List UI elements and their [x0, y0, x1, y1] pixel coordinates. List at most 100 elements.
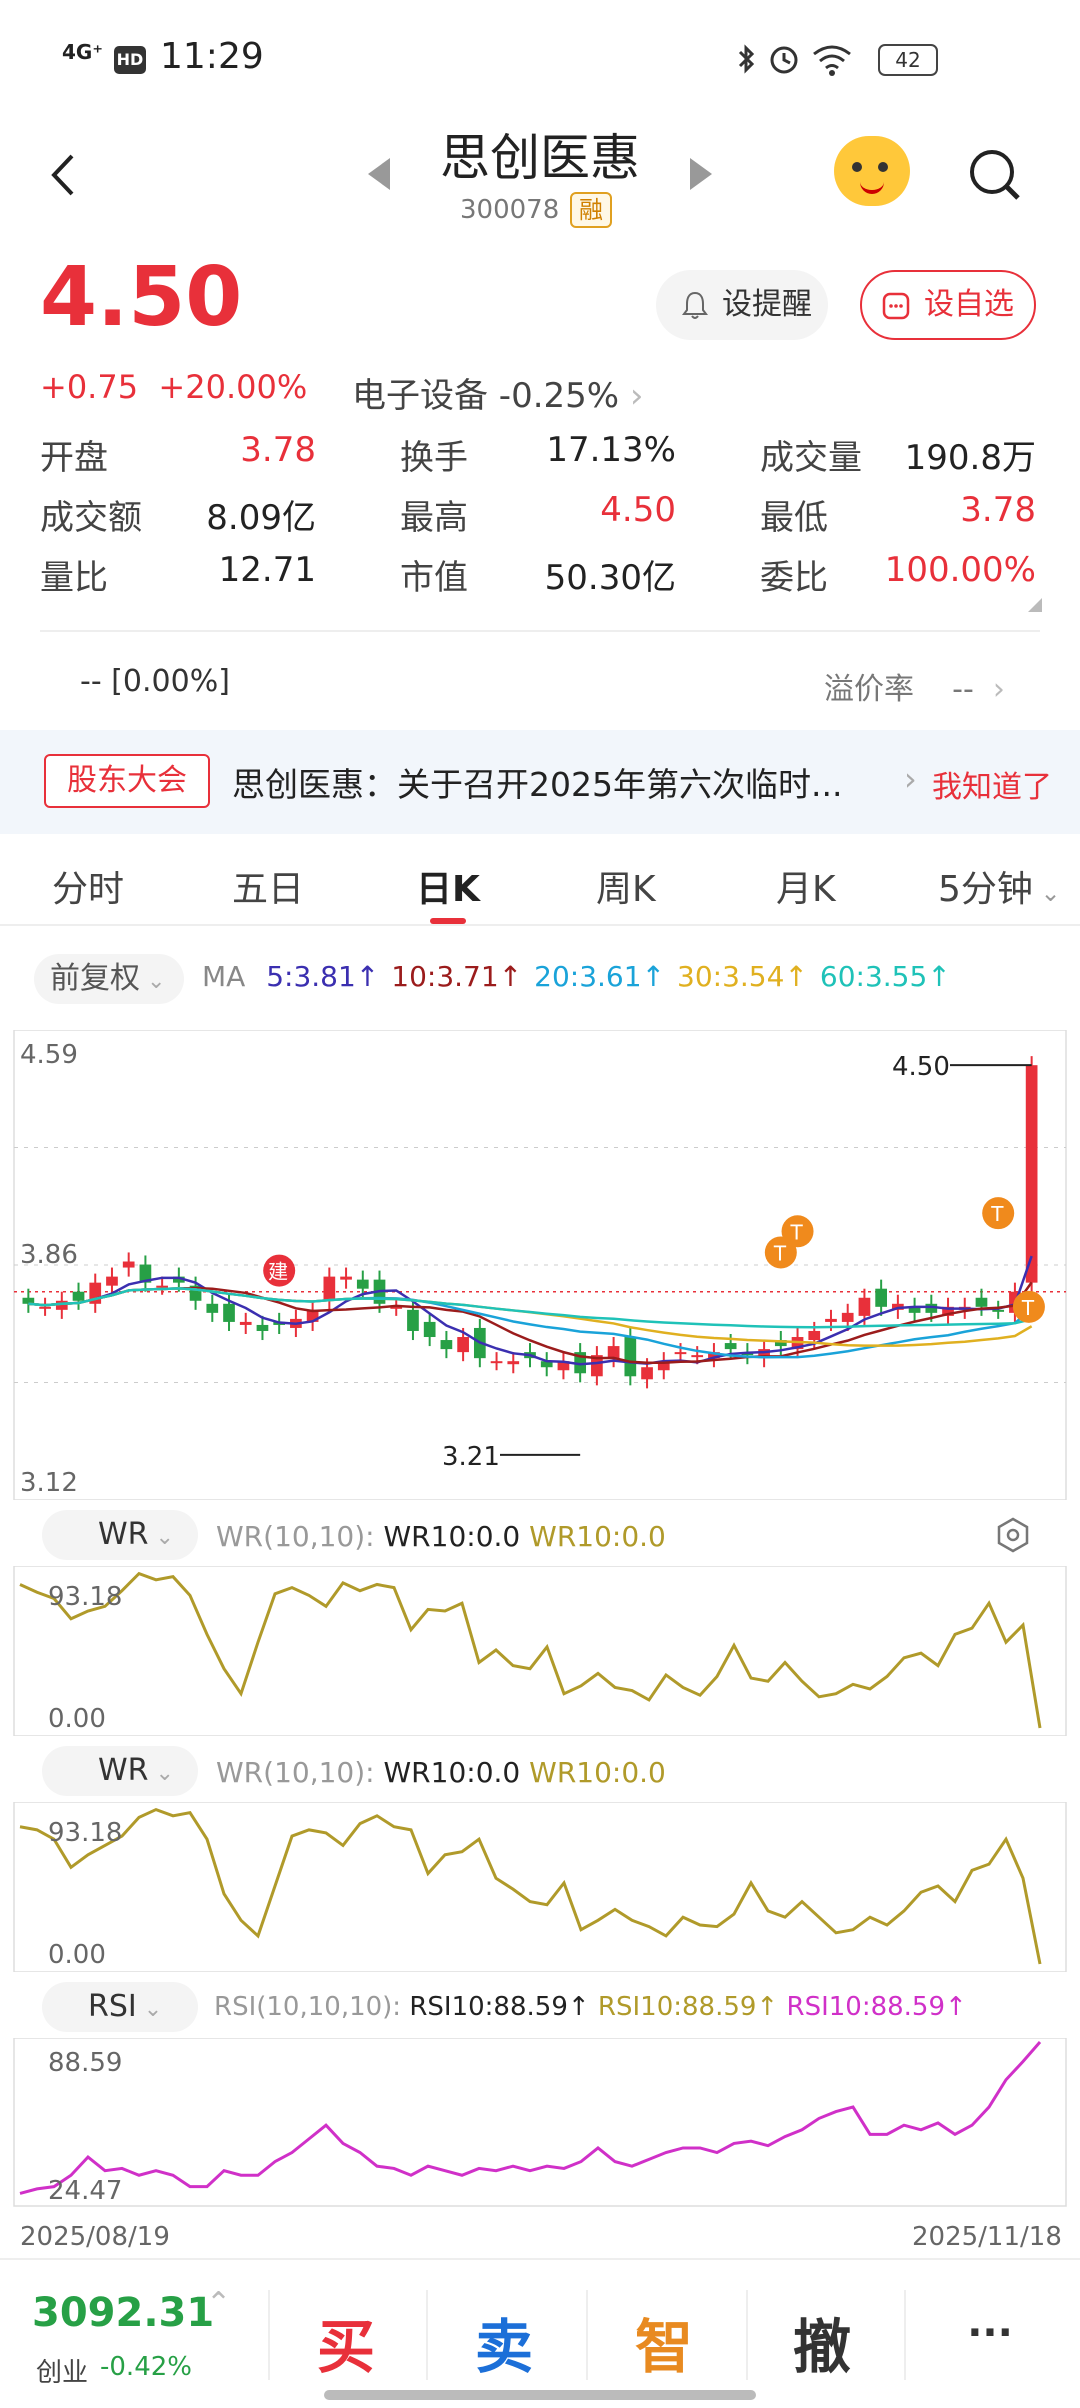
candle-body — [975, 1297, 988, 1307]
rsi-v3: RSI10:88.59↑ — [786, 1992, 967, 2022]
date-end: 2025/11/18 — [912, 2222, 1062, 2252]
wr2-dropdown[interactable]: WR ⌄ — [42, 1746, 198, 1796]
stat-value: 50.30亿 — [544, 558, 676, 598]
premium-label: 溢价率 — [824, 672, 914, 707]
kline-chart[interactable]: 4.503.21建TTTT — [0, 1030, 1080, 1500]
t-marker-label: T — [790, 1220, 804, 1244]
stock-code: 300078 — [460, 195, 560, 225]
add-favorite-button[interactable]: 设自选 — [860, 270, 1036, 340]
tab-minute[interactable]: 分时 — [52, 860, 124, 912]
ma-label: MA — [202, 960, 246, 993]
smart-button[interactable]: 智 — [604, 2300, 724, 2384]
index-value[interactable]: 3092.31 — [32, 2290, 214, 2336]
index-change: -0.42% — [100, 2352, 192, 2382]
build-marker-label: 建 — [268, 1260, 288, 1284]
back-icon[interactable] — [40, 150, 90, 200]
candle-body — [239, 1321, 252, 1325]
tab-five-day[interactable]: 五日 — [232, 860, 304, 912]
wr1-legend: WR(10,10): WR10:0.0 WR10:0.0 — [216, 1520, 666, 1553]
rsi-bottom-label: 24.47 — [48, 2176, 123, 2206]
candle-body — [256, 1324, 269, 1331]
candle-body — [875, 1288, 887, 1307]
t-marker-label: T — [1021, 1296, 1035, 1320]
bottom-trade-bar: 3092.31 ⌃ 创业 -0.42% 买 卖 智 撤 ··· — [0, 2258, 1080, 2408]
chart-frame — [13, 1566, 1067, 1736]
next-stock-icon[interactable] — [690, 158, 712, 190]
candle-body — [808, 1330, 821, 1341]
rsi-legend: RSI(10,10,10): RSI10:88.59↑ RSI10:88.59↑… — [214, 1992, 967, 2022]
stat-label: 委比 — [760, 558, 828, 598]
kline-low-label: 3.12 — [20, 1468, 78, 1498]
divider — [426, 2290, 428, 2380]
divider — [746, 2290, 748, 2380]
bell-icon — [682, 291, 708, 319]
dismiss-notice-button[interactable]: 我知道了 — [932, 762, 1052, 806]
premium-value: -- — [952, 672, 974, 707]
wr2-top-label: 93.18 — [48, 1818, 123, 1848]
ma-value: 10:3.71↑ — [391, 960, 523, 993]
index-expand-icon[interactable]: ⌃ — [206, 2286, 231, 2321]
candle-body — [423, 1321, 436, 1338]
last-price: 4.50 — [40, 250, 243, 345]
notice-bar[interactable]: 股东大会 思创医惠：关于召开2025年第六次临时... › 我知道了 — [0, 730, 1080, 834]
tab-five-minute-label: 5分钟 — [938, 869, 1033, 910]
settings-icon[interactable] — [994, 1516, 1032, 1554]
margin-badge: 融 — [570, 192, 612, 228]
candle-body — [340, 1276, 352, 1280]
wr1-v1: WR10:0.0 — [383, 1520, 521, 1553]
buy-button[interactable]: 买 — [286, 2300, 406, 2384]
candle-body — [206, 1303, 219, 1313]
favorite-label: 设自选 — [924, 287, 1014, 322]
tab-five-minute[interactable]: 5分钟 ⌄ — [938, 860, 1061, 912]
expand-corner-icon[interactable] — [1028, 598, 1042, 612]
index-name: 创业 — [36, 2358, 89, 2388]
search-icon[interactable] — [966, 146, 1022, 202]
alert-button[interactable]: 设提醒 — [656, 270, 828, 340]
favorite-icon — [882, 292, 910, 320]
adjust-dropdown[interactable]: 前复权 ⌄ — [34, 954, 184, 1004]
more-button[interactable]: ··· — [930, 2310, 1050, 2356]
notice-text[interactable]: 思创医惠：关于召开2025年第六次临时... — [232, 758, 882, 806]
candle-body — [641, 1367, 653, 1380]
price-change: +0.75 +20.00% — [40, 368, 307, 406]
tab-month-k[interactable]: 月K — [776, 860, 836, 912]
stat-label: 最低 — [760, 498, 828, 538]
ma-value: 20:3.61↑ — [534, 960, 666, 993]
rsi-chart[interactable] — [0, 2038, 1080, 2214]
premium-left: -- [0.00%] — [80, 664, 230, 699]
candle-body — [72, 1291, 85, 1301]
ma-value: 30:3.54↑ — [677, 960, 808, 993]
sector-link[interactable]: 电子设备 -0.25% › — [352, 368, 644, 417]
sell-button[interactable]: 卖 — [444, 2300, 564, 2384]
ma-value: 5:3.81↑ — [266, 960, 380, 993]
rsi-top-label: 88.59 — [48, 2048, 123, 2078]
candle-body — [507, 1361, 520, 1365]
mascot-icon[interactable] — [834, 136, 910, 206]
wr2-chart[interactable] — [0, 1802, 1080, 1972]
chart-frame — [13, 1030, 1067, 1500]
candle-body — [122, 1261, 135, 1268]
stat-value: 12.71 — [218, 550, 316, 590]
ma-items: 5:3.81↑ 10:3.71↑ 20:3.61↑ 30:3.54↑ 60:3.55↑ — [254, 960, 951, 993]
t-marker-label: T — [990, 1202, 1004, 1226]
cancel-order-button[interactable]: 撤 — [762, 2300, 882, 2384]
sector-label: 电子设备 -0.25% — [352, 376, 620, 416]
tab-day-k[interactable]: 日K — [416, 860, 480, 912]
chart-period-tabs: 分时 五日 日K 周K 月K 5分钟 ⌄ — [0, 834, 1080, 926]
candle-body — [407, 1309, 419, 1331]
tab-week-k[interactable]: 周K — [596, 860, 656, 912]
notice-tag: 股东大会 — [44, 754, 210, 808]
wr1-dropdown[interactable]: WR ⌄ — [42, 1510, 198, 1560]
wr1-chart[interactable] — [0, 1566, 1080, 1736]
min-price-marker: 3.21 — [442, 1442, 500, 1472]
status-time: 11:29 — [160, 36, 264, 77]
rsi-dropdown[interactable]: RSI ⌄ — [42, 1982, 198, 2032]
indicator-line — [19, 1807, 1042, 1965]
kline-mid-label: 3.86 — [20, 1240, 78, 1270]
divider — [904, 2290, 906, 2380]
candle-body — [1025, 1065, 1038, 1283]
ma-value: 60:3.55↑ — [819, 960, 951, 993]
max-price-marker: 4.50 — [892, 1052, 950, 1082]
candle-body — [106, 1276, 118, 1286]
premium-link[interactable]: 溢价率 -- › — [824, 664, 1005, 708]
